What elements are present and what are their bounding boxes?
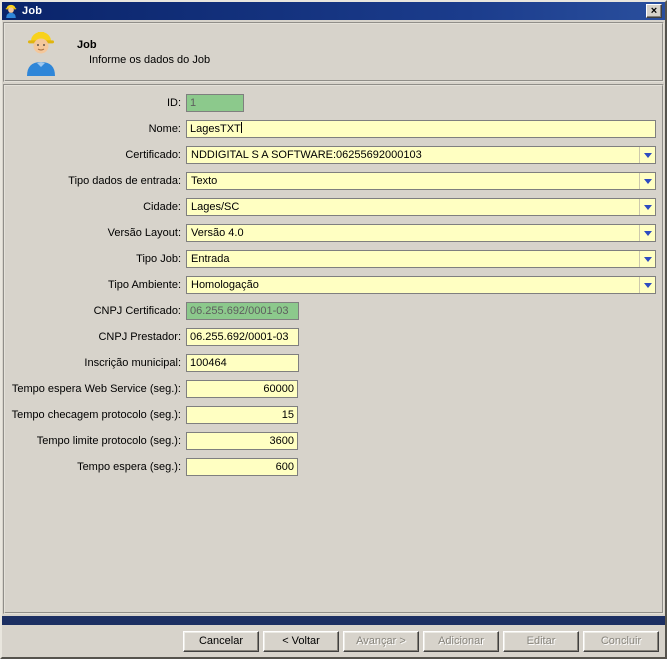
field-row-tipo-dados: Tipo dados de entrada: Texto [5, 172, 656, 190]
concluir-button: Concluir [583, 631, 659, 652]
dropdown-arrow-icon[interactable] [639, 199, 655, 215]
field-row-nome: Nome: LagesTXT [5, 120, 656, 138]
tempo-espera-ws-label: Tempo espera Web Service (seg.): [5, 383, 186, 395]
versao-layout-label: Versão Layout: [5, 227, 186, 239]
field-row-tempo-limite: Tempo limite protocolo (seg.): [5, 432, 656, 450]
header-subtitle: Informe os dados do Job [77, 54, 210, 66]
separator-band [2, 616, 665, 625]
field-row-id: ID: [5, 94, 656, 112]
cidade-label: Cidade: [5, 201, 186, 213]
cidade-combo[interactable]: Lages/SC [186, 198, 656, 216]
tempo-checagem-label: Tempo checagem protocolo (seg.): [5, 409, 186, 421]
chevron-down-icon [644, 231, 652, 236]
tipo-dados-combo[interactable]: Texto [186, 172, 656, 190]
tipo-dados-label: Tipo dados de entrada: [5, 175, 186, 187]
titlebar: Job × [2, 2, 665, 20]
field-row-certificado: Certificado: NDDIGITAL S A SOFTWARE:0625… [5, 146, 656, 164]
chevron-down-icon [644, 205, 652, 210]
avancar-button: Avançar > [343, 631, 419, 652]
nome-value: LagesTXT [190, 123, 241, 135]
field-row-tipo-job: Tipo Job: Entrada [5, 250, 656, 268]
certificado-combo[interactable]: NDDIGITAL S A SOFTWARE:06255692000103 [186, 146, 656, 164]
versao-layout-combo[interactable]: Versão 4.0 [186, 224, 656, 242]
field-row-tipo-ambiente: Tipo Ambiente: Homologação [5, 276, 656, 294]
dropdown-arrow-icon[interactable] [639, 147, 655, 163]
field-row-tempo-espera: Tempo espera (seg.): [5, 458, 656, 476]
inscricao-municipal-field[interactable] [186, 354, 299, 372]
tipo-job-value: Entrada [187, 253, 639, 265]
close-button[interactable]: × [646, 4, 662, 18]
dropdown-arrow-icon[interactable] [639, 225, 655, 241]
tipo-ambiente-combo[interactable]: Homologação [186, 276, 656, 294]
tempo-limite-protocolo-field[interactable] [186, 432, 298, 450]
field-row-cnpj-certificado: CNPJ Certificado: [5, 302, 656, 320]
close-icon: × [651, 6, 657, 17]
header-title: Job [77, 39, 210, 51]
chevron-down-icon [644, 257, 652, 262]
inscricao-municipal-label: Inscrição municipal: [5, 357, 186, 369]
dropdown-arrow-icon[interactable] [639, 173, 655, 189]
tempo-espera-web-service-field[interactable] [186, 380, 298, 398]
button-panel: Cancelar < Voltar Avançar > Adicionar Ed… [2, 625, 665, 657]
versao-layout-value: Versão 4.0 [187, 227, 639, 239]
nome-label: Nome: [5, 123, 186, 135]
chevron-down-icon [644, 283, 652, 288]
nome-input[interactable]: LagesTXT [186, 120, 656, 138]
tempo-checagem-protocolo-field[interactable] [186, 406, 298, 424]
id-field [186, 94, 244, 112]
adicionar-button: Adicionar [423, 631, 499, 652]
id-label: ID: [5, 97, 186, 109]
cnpj-prestador-label: CNPJ Prestador: [5, 331, 186, 343]
header-panel: Job Informe os dados do Job [3, 22, 664, 82]
tempo-espera-label: Tempo espera (seg.): [5, 461, 186, 473]
field-row-tempo-espera-ws: Tempo espera Web Service (seg.): [5, 380, 656, 398]
window-title: Job [22, 5, 646, 17]
field-row-cidade: Cidade: Lages/SC [5, 198, 656, 216]
tipo-dados-value: Texto [187, 175, 639, 187]
field-row-cnpj-prestador: CNPJ Prestador: [5, 328, 656, 346]
tipo-job-combo[interactable]: Entrada [186, 250, 656, 268]
chevron-down-icon [644, 179, 652, 184]
cnpj-certificado-label: CNPJ Certificado: [5, 305, 186, 317]
cidade-value: Lages/SC [187, 201, 639, 213]
tempo-limite-label: Tempo limite protocolo (seg.): [5, 435, 186, 447]
certificado-value: NDDIGITAL S A SOFTWARE:06255692000103 [187, 149, 639, 161]
field-row-inscricao-municipal: Inscrição municipal: [5, 354, 656, 372]
certificado-label: Certificado: [5, 149, 186, 161]
voltar-button[interactable]: < Voltar [263, 631, 339, 652]
field-row-tempo-checagem: Tempo checagem protocolo (seg.): [5, 406, 656, 424]
cnpj-prestador-field[interactable] [186, 328, 299, 346]
chevron-down-icon [644, 153, 652, 158]
header-texts: Job Informe os dados do Job [77, 39, 210, 66]
editar-button: Editar [503, 631, 579, 652]
dropdown-arrow-icon[interactable] [639, 277, 655, 293]
field-row-versao-layout: Versão Layout: Versão 4.0 [5, 224, 656, 242]
worker-icon [21, 27, 61, 77]
text-caret [241, 122, 242, 133]
dropdown-arrow-icon[interactable] [639, 251, 655, 267]
tempo-espera-field[interactable] [186, 458, 298, 476]
job-dialog: Job × Job Informe os dados do Job ID: No… [0, 0, 667, 659]
tipo-job-label: Tipo Job: [5, 253, 186, 265]
cnpj-certificado-field [186, 302, 299, 320]
job-window-icon [4, 4, 18, 18]
form-panel: ID: Nome: LagesTXT Certificado: NDDIGITA… [3, 84, 664, 614]
tipo-ambiente-label: Tipo Ambiente: [5, 279, 186, 291]
cancelar-button[interactable]: Cancelar [183, 631, 259, 652]
tipo-ambiente-value: Homologação [187, 279, 639, 291]
